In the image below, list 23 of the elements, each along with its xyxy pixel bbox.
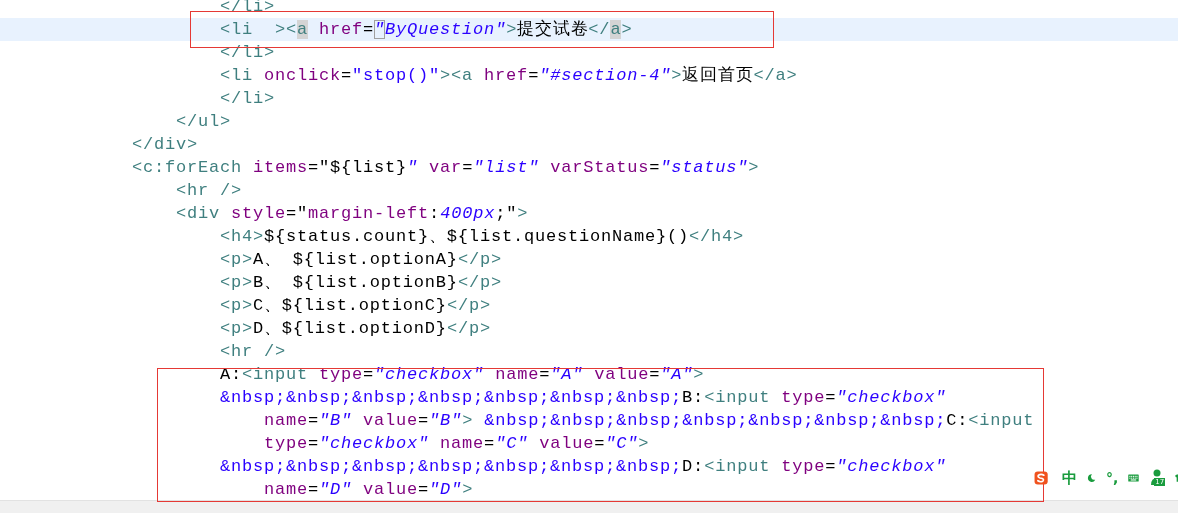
code-line: <p>D、${list.optionD}</p>	[219, 318, 491, 340]
code-line: <hr />	[175, 180, 243, 202]
punctuation-toggle[interactable]: °,	[1106, 470, 1119, 486]
code-line: <li onclick="stop()"><a href="#section-4">返回首页</a>	[219, 65, 798, 87]
code-line: <p>C、${list.optionC}</p>	[219, 295, 491, 317]
code-line: </li>	[219, 42, 276, 64]
code-line: <li ><a href="ByQuestion">提交试卷</a>	[219, 18, 633, 41]
code-line: &nbsp;&nbsp;&nbsp;&nbsp;&nbsp;&nbsp;&nbsp;B:<input type="checkbox"	[219, 387, 947, 409]
code-line: type="checkbox" name="C" value="C">	[263, 433, 650, 455]
code-line: <h4>${status.count}、${list.questionName}()</h4>	[219, 226, 744, 248]
code-line: <div style="margin-left:400px;">	[175, 203, 529, 225]
code-line: <hr />	[219, 341, 287, 363]
code-line: <p>A、 ${list.optionA}</p>	[219, 249, 502, 271]
keyboard-icon[interactable]	[1128, 471, 1140, 485]
ime-mode-toggle[interactable]: 中	[1062, 468, 1078, 488]
code-line: </ul>	[175, 111, 232, 133]
code-line: name="D" value="D">	[263, 479, 474, 500]
code-line: <p>B、 ${list.optionB}</p>	[219, 272, 502, 294]
code-line: </li>	[219, 88, 276, 110]
code-line: <c:forEach items="${list}" var="list" varStatus="status">	[131, 157, 760, 179]
code-line: name="B" value="B"> &nbsp;&nbsp;&nbsp;&nbsp;&nbsp;&nbsp;&nbsp;C:<input	[263, 410, 1035, 432]
code-line: &nbsp;&nbsp;&nbsp;&nbsp;&nbsp;&nbsp;&nbsp;D:<input type="checkbox"	[219, 456, 947, 478]
code-line: </div>	[131, 134, 199, 156]
